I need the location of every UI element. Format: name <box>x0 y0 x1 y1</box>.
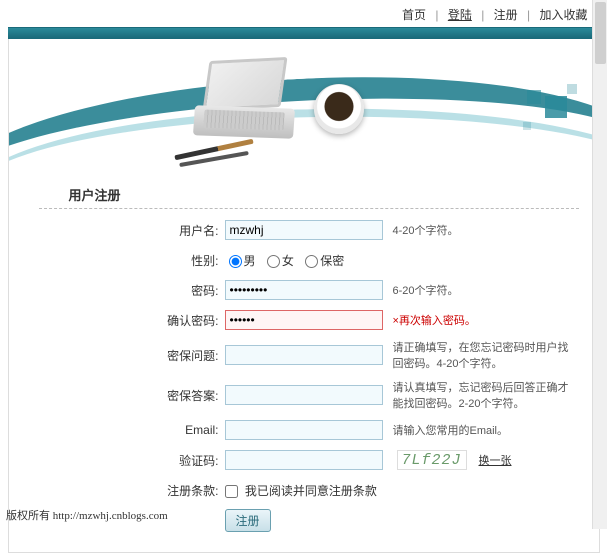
laptop-icon <box>194 59 314 139</box>
terms-text: 我已阅读并同意注册条款 <box>245 484 377 498</box>
hero-banner <box>8 39 600 169</box>
scrollbar-vertical[interactable] <box>592 0 607 529</box>
security-answer-input[interactable] <box>225 385 383 405</box>
label-username: 用户名: <box>159 222 219 239</box>
registration-form: 用户注册 用户名: 4-20个字符。 性别: 男 女 保密 密码: 6-20个字… <box>8 169 600 553</box>
captcha-input[interactable] <box>225 450 383 470</box>
row-confirm-password: 确认密码: ×再次输入密码。 <box>159 309 579 331</box>
hint-email: 请输入您常用的Email。 <box>393 422 509 438</box>
captcha-image: 7Lf22J <box>397 450 467 470</box>
hint-confirm: ×再次输入密码。 <box>393 312 476 328</box>
footer: 版权所有 http://mzwhj.cnblogs.com <box>6 507 168 523</box>
gender-female-label: 女 <box>282 254 294 268</box>
password-input[interactable] <box>225 280 383 300</box>
confirm-password-input[interactable] <box>225 310 383 330</box>
row-terms: 注册条款: 我已阅读并同意注册条款 <box>159 479 579 501</box>
gender-male-radio[interactable] <box>229 255 242 268</box>
nav-favorite[interactable]: 加入收藏 <box>539 8 587 22</box>
row-password: 密码: 6-20个字符。 <box>159 279 579 301</box>
footer-url: http://mzwhj.cnblogs.com <box>53 510 168 522</box>
hint-question: 请正确填写，在您忘记密码时用户找回密码。4-20个字符。 <box>393 339 579 371</box>
hint-answer: 请认真填写，忘记密码后回答正确才能找回密码。2-20个字符。 <box>393 379 579 411</box>
nav-home[interactable]: 首页 <box>402 8 426 22</box>
nav-separator: | <box>435 8 438 22</box>
gender-secret-radio[interactable] <box>305 255 318 268</box>
row-question: 密保问题: 请正确填写，在您忘记密码时用户找回密码。4-20个字符。 <box>159 339 579 371</box>
label-terms: 注册条款: <box>159 482 219 499</box>
gender-secret-label: 保密 <box>320 254 344 268</box>
scrollbar-thumb[interactable] <box>595 2 606 64</box>
nav-separator: | <box>527 8 530 22</box>
email-input[interactable] <box>225 420 383 440</box>
label-answer: 密保答案: <box>159 387 219 404</box>
gender-female-radio[interactable] <box>267 255 280 268</box>
row-email: Email: 请输入您常用的Email。 <box>159 419 579 441</box>
coffee-cup-icon <box>314 84 364 134</box>
header-bar <box>8 27 600 39</box>
label-email: Email: <box>159 423 219 437</box>
username-input[interactable] <box>225 220 383 240</box>
row-username: 用户名: 4-20个字符。 <box>159 219 579 241</box>
row-captcha: 验证码: 7Lf22J 换一张 <box>159 449 579 471</box>
captcha-reload-link[interactable]: 换一张 <box>479 452 512 468</box>
top-navigation: 首页 | 登陆 | 注册 | 加入收藏 <box>8 0 600 27</box>
gender-male-label: 男 <box>244 254 256 268</box>
label-gender: 性别: <box>159 252 219 269</box>
row-answer: 密保答案: 请认真填写，忘记密码后回答正确才能找回密码。2-20个字符。 <box>159 379 579 411</box>
footer-copyright: 版权所有 <box>6 510 50 522</box>
label-confirm: 确认密码: <box>159 312 219 329</box>
decorative-squares-icon <box>501 74 581 134</box>
label-captcha: 验证码: <box>159 452 219 469</box>
form-title: 用户注册 <box>39 179 579 209</box>
label-question: 密保问题: <box>159 347 219 364</box>
nav-login[interactable]: 登陆 <box>448 8 472 22</box>
nav-separator: | <box>481 8 484 22</box>
hint-password: 6-20个字符。 <box>393 282 459 298</box>
label-password: 密码: <box>159 282 219 299</box>
nav-register[interactable]: 注册 <box>494 8 518 22</box>
terms-checkbox[interactable] <box>225 485 238 498</box>
hint-username: 4-20个字符。 <box>393 222 459 238</box>
security-question-input[interactable] <box>225 345 383 365</box>
row-gender: 性别: 男 女 保密 <box>159 249 579 271</box>
gender-radios: 男 女 保密 <box>225 252 349 269</box>
